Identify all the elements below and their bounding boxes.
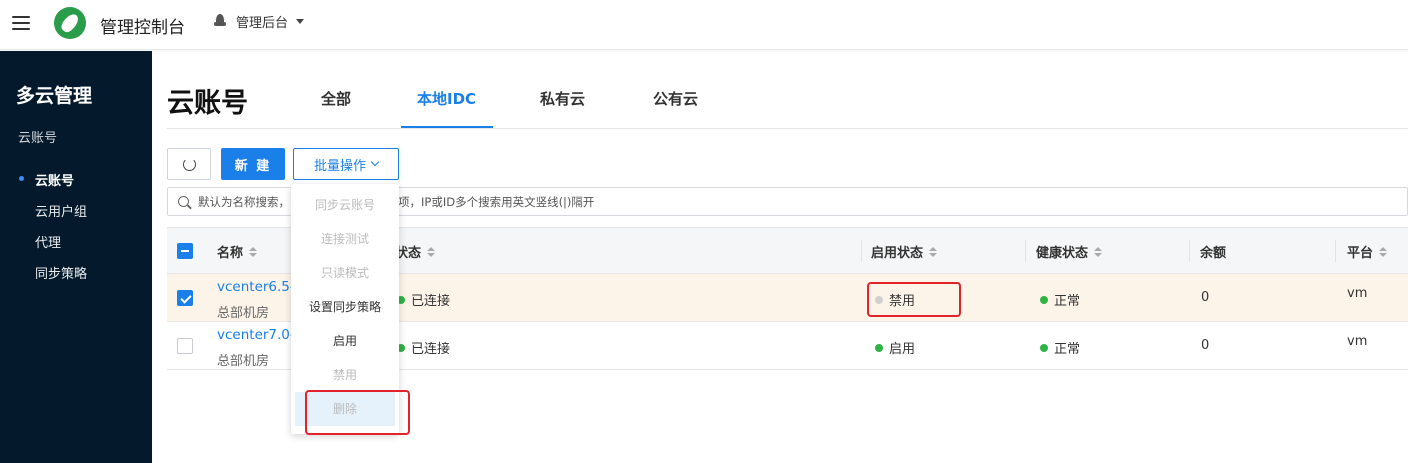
annotation-highlight — [305, 390, 410, 435]
menu-icon[interactable] — [12, 16, 30, 30]
search-icon — [178, 196, 189, 207]
refresh-icon — [182, 157, 196, 171]
sort-icon — [427, 246, 436, 257]
top-bar: 管理控制台 管理后台 — [0, 0, 1408, 50]
menu-item-set-sync-policy[interactable]: 设置同步策略 — [291, 290, 399, 324]
account-location: 总部机房 — [217, 354, 270, 369]
sidebar-item-cloud-account[interactable]: 云账号 — [35, 170, 74, 189]
tabs-divider — [167, 128, 1408, 129]
account-name-link[interactable]: vcenter6.5- — [217, 279, 295, 295]
platform-value: vm — [1347, 334, 1368, 349]
column-header-enable-status[interactable]: 启用状态 — [871, 242, 938, 261]
search-placeholder-left: 默认为名称搜索， — [198, 195, 290, 209]
menu-item-sync-account[interactable]: 同步云账号 — [291, 188, 399, 222]
active-dot-icon — [19, 176, 24, 181]
menu-item-readonly-mode[interactable]: 只读模式 — [291, 256, 399, 290]
tab-all[interactable]: 全部 — [321, 88, 351, 109]
sidebar-item-proxy[interactable]: 代理 — [35, 232, 61, 251]
batch-actions-button[interactable]: 批量操作 — [293, 148, 399, 180]
sort-icon — [1094, 246, 1103, 257]
tab-private-cloud[interactable]: 私有云 — [540, 88, 585, 109]
rocket-icon — [214, 13, 226, 30]
column-header-status[interactable]: 状态 — [395, 242, 436, 261]
row-checkbox[interactable] — [177, 338, 193, 354]
select-all-checkbox[interactable] — [177, 243, 193, 259]
sidebar-item-cloud-user-group[interactable]: 云用户组 — [35, 201, 87, 220]
enable-status: 启用 — [875, 338, 915, 357]
page-title: 云账号 — [167, 88, 248, 119]
row-checkbox[interactable] — [177, 290, 193, 306]
sidebar-section: 云账号 — [18, 131, 58, 146]
sidebar-title: 多云管理 — [16, 85, 93, 107]
health-status: 正常 — [1040, 338, 1080, 357]
env-switcher[interactable]: 管理后台 — [214, 12, 305, 31]
new-button[interactable]: 新 建 — [221, 148, 285, 180]
column-header-balance: 余额 — [1200, 246, 1227, 261]
column-separator — [1189, 240, 1190, 262]
account-location: 总部机房 — [217, 306, 270, 321]
connection-status: 已连接 — [397, 338, 450, 357]
menu-item-enable[interactable]: 启用 — [291, 324, 399, 358]
sort-icon — [249, 246, 258, 257]
column-header-health[interactable]: 健康状态 — [1036, 242, 1103, 261]
tab-local-idc[interactable]: 本地IDC — [417, 88, 476, 109]
account-name-link[interactable]: vcenter7.0- — [217, 327, 295, 343]
column-separator — [1025, 240, 1026, 262]
sidebar: 多云管理 云账号 云账号 云用户组 代理 同步策略 — [0, 51, 152, 463]
sort-icon — [1379, 246, 1388, 257]
balance-value: 0 — [1201, 290, 1210, 305]
balance-value: 0 — [1201, 338, 1210, 353]
sort-icon — [929, 246, 938, 257]
column-header-platform[interactable]: 平台 — [1347, 242, 1388, 261]
caret-down-icon — [296, 19, 305, 24]
app-title: 管理控制台 — [100, 18, 185, 38]
annotation-highlight — [867, 282, 961, 317]
logo-icon — [54, 7, 86, 39]
column-separator — [1335, 240, 1336, 262]
tab-public-cloud[interactable]: 公有云 — [653, 88, 698, 109]
refresh-button[interactable] — [167, 148, 211, 180]
env-label: 管理后台 — [236, 16, 289, 31]
menu-item-connection-test[interactable]: 连接测试 — [291, 222, 399, 256]
column-separator — [861, 240, 862, 262]
chevron-down-icon — [370, 157, 380, 167]
batch-actions-label: 批量操作 — [313, 158, 366, 174]
search-placeholder-right: 项，IP或ID多个搜索用英文竖线(|)隔开 — [398, 195, 595, 209]
sidebar-item-sync-policy[interactable]: 同步策略 — [35, 263, 87, 282]
menu-item-disable[interactable]: 禁用 — [291, 358, 399, 392]
health-status: 正常 — [1040, 290, 1080, 309]
connection-status: 已连接 — [397, 290, 450, 309]
platform-value: vm — [1347, 286, 1368, 301]
column-header-name[interactable]: 名称 — [217, 242, 258, 261]
